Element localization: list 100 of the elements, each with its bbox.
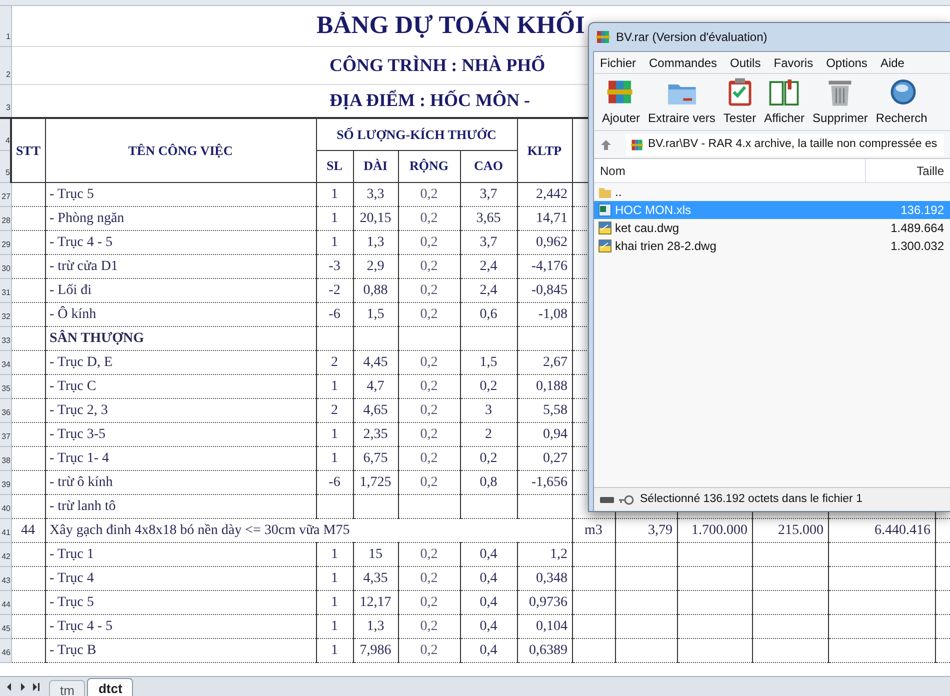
- table-cell: -1,08: [538, 306, 568, 322]
- toolbar-button[interactable]: Tester: [723, 77, 756, 127]
- table-cell: 0,2: [420, 570, 438, 586]
- column-header: CAO: [474, 158, 503, 174]
- table-cell: 5,58: [543, 402, 568, 418]
- book-icon: [769, 77, 800, 107]
- table-cell: -3: [328, 258, 340, 274]
- table-cell: 2,4: [480, 258, 498, 274]
- last-arrow-icon[interactable]: [30, 681, 41, 693]
- table-cell: - Trục 4 - 5: [50, 618, 113, 634]
- toolbar-button[interactable]: Ajouter: [602, 77, 640, 127]
- table-cell: 0,104: [536, 618, 568, 634]
- column-header[interactable]: Taille: [866, 159, 950, 182]
- table-cell: 1,3: [366, 234, 384, 250]
- column-header[interactable]: Nom: [594, 159, 866, 182]
- row-number: 45: [2, 624, 10, 632]
- table-cell: 1,2: [550, 546, 568, 562]
- table-cell: - Trục 5: [50, 594, 94, 610]
- table-cell: 0,88: [363, 282, 388, 298]
- row-number: 41: [2, 528, 10, 536]
- column-header: TÊN CÔNG VIỆC: [128, 142, 233, 158]
- file-row[interactable]: khai trien 28-2.dwg 1.300.032: [594, 237, 950, 255]
- drawing-file-icon: [598, 221, 612, 235]
- archive-icon: [595, 29, 611, 45]
- table-cell: 0,4: [480, 618, 498, 634]
- row-number: 34: [2, 360, 10, 368]
- table-cell: 215.000: [778, 522, 824, 538]
- row-number: 32: [2, 312, 10, 320]
- column-header: DÀI: [364, 158, 388, 174]
- table-cell: 1: [331, 234, 338, 250]
- table-cell: 2,442: [536, 186, 568, 202]
- row-number: 35: [2, 384, 10, 392]
- table-cell: -6: [328, 474, 340, 490]
- table-cell: 0,2: [420, 402, 438, 418]
- menu-item[interactable]: Outils: [730, 54, 761, 72]
- table-cell: - Trục C: [50, 378, 96, 394]
- menu-item[interactable]: Commandes: [649, 54, 718, 72]
- row-number: 27: [2, 192, 10, 200]
- file-row[interactable]: ket cau.dwg 1.489.664: [594, 219, 950, 237]
- key-icon: [619, 494, 635, 504]
- file-row[interactable]: ..: [594, 183, 950, 201]
- table-cell: 4,35: [363, 570, 388, 586]
- row-number: 4: [6, 136, 10, 144]
- table-cell: 0,2: [420, 282, 438, 298]
- table-cell: 0,27: [543, 450, 568, 466]
- table-cell: -1,656: [531, 474, 568, 490]
- table-cell: 1.700.000: [692, 522, 748, 538]
- column-header: SỐ LƯỢNG-KÍCH THƯỚC: [336, 126, 496, 142]
- table-cell: 1: [331, 546, 338, 562]
- sheet-tab[interactable]: dtct: [87, 678, 134, 696]
- table-cell: 2: [331, 402, 338, 418]
- row-number: 2: [6, 70, 10, 78]
- toolbar-button[interactable]: Afficher: [764, 77, 805, 127]
- table-cell: - trừ ô kính: [50, 474, 113, 490]
- table-cell: 0,2: [480, 378, 498, 394]
- sheet-tab[interactable]: tm: [49, 680, 86, 696]
- row-number: 46: [2, 648, 10, 656]
- table-cell: 1: [331, 450, 338, 466]
- table-cell: 2,35: [363, 426, 388, 442]
- table-cell: 0,2: [420, 450, 438, 466]
- table-cell: 1,3: [366, 618, 384, 634]
- toolbar-button[interactable]: Recherch: [876, 77, 928, 127]
- file-name: ..: [615, 184, 623, 201]
- table-cell: 0,348: [536, 570, 568, 586]
- menu-item[interactable]: Favoris: [774, 54, 814, 72]
- table-cell: 0,2: [420, 378, 438, 394]
- row-number: 36: [2, 408, 10, 416]
- column-header: SL: [326, 158, 342, 174]
- column-header: RỘNG: [410, 158, 448, 174]
- file-name: HOC MON.xls: [615, 202, 692, 219]
- row-number: 3: [6, 103, 10, 112]
- table-cell: 0,2: [420, 210, 438, 226]
- menu-item[interactable]: Fichier: [600, 54, 636, 72]
- table-cell: 2,4: [480, 282, 498, 298]
- table-cell: 0,188: [536, 378, 568, 394]
- menu-item[interactable]: Options: [826, 54, 868, 72]
- table-cell: 4,65: [363, 402, 388, 418]
- file-name: ket cau.dwg: [615, 220, 680, 237]
- table-cell: 0,94: [543, 426, 568, 442]
- toolbar-button[interactable]: Extraire vers: [648, 77, 716, 127]
- table-cell: - Trục 4 - 5: [50, 234, 113, 250]
- menu-item[interactable]: Aide: [880, 54, 904, 72]
- table-cell: 6.440.416: [874, 522, 930, 538]
- up-arrow-icon: [600, 138, 612, 150]
- table-cell: 2,67: [543, 354, 568, 370]
- table-cell: m3: [584, 522, 602, 538]
- table-cell: -0,845: [531, 282, 568, 298]
- table-cell: - Phòng ngăn: [50, 210, 124, 226]
- toolbar-button[interactable]: Supprimer: [812, 77, 868, 127]
- column-header: KLTP: [527, 142, 562, 158]
- table-cell: 14,71: [536, 210, 568, 226]
- folder-icon: [598, 185, 612, 199]
- table-cell: 2,9: [366, 258, 384, 274]
- table-cell: 2: [331, 354, 338, 370]
- table-cell: 0,2: [420, 594, 438, 610]
- file-size: 136.192: [900, 202, 945, 219]
- sheet-title: BẢNG DỰ TOÁN KHỐI: [316, 12, 585, 39]
- table-cell: - Ô kính: [50, 306, 96, 322]
- path-field[interactable]: BV.rar\BV - RAR 4.x archive, la taille non compressée es: [626, 134, 944, 156]
- table-cell: 1,725: [360, 474, 392, 490]
